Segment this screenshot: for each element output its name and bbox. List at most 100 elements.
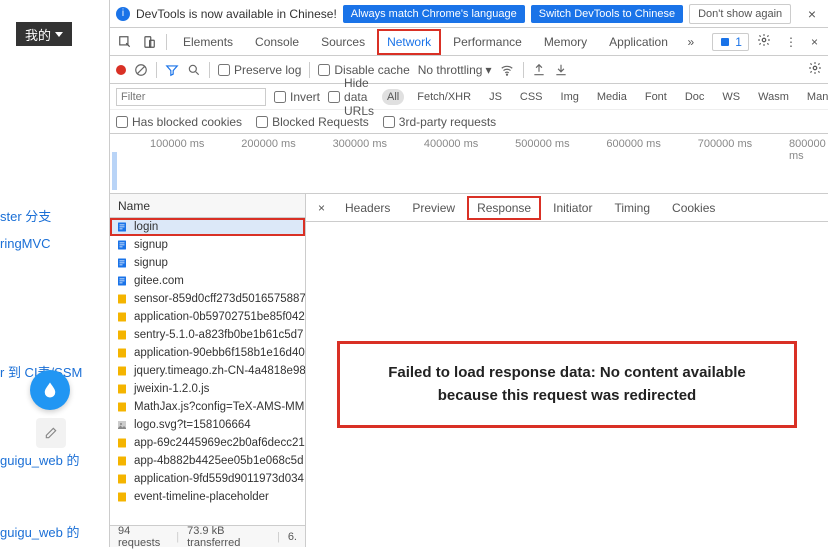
type-filter-fetchxhr[interactable]: Fetch/XHR <box>412 89 476 105</box>
wifi-icon[interactable] <box>499 63 515 77</box>
request-name: app-4b882b4425ee05b1e068c5d <box>134 455 303 467</box>
request-row[interactable]: app-69c2445969ec2b0af6decc21 <box>110 434 305 452</box>
user-dropdown[interactable]: 我的 <box>16 22 72 46</box>
floating-badge[interactable] <box>30 370 70 410</box>
type-filter-wasm[interactable]: Wasm <box>753 89 794 105</box>
request-row[interactable]: application-9fd559d9011973d034 <box>110 470 305 488</box>
request-row[interactable]: gitee.com <box>110 272 305 290</box>
type-filter-doc[interactable]: Doc <box>680 89 710 105</box>
request-row[interactable]: signup <box>110 254 305 272</box>
type-filter-css[interactable]: CSS <box>515 89 548 105</box>
close-icon[interactable]: × <box>802 6 822 22</box>
detail-tab-preview[interactable]: Preview <box>402 196 465 220</box>
side-link[interactable]: ringMVC <box>0 232 51 255</box>
network-settings-icon[interactable] <box>808 61 822 78</box>
disable-cache-checkbox[interactable]: Disable cache <box>318 63 409 77</box>
clear-icon[interactable] <box>134 63 148 77</box>
close-detail-icon[interactable]: × <box>310 201 333 215</box>
detail-tab-headers[interactable]: Headers <box>335 196 400 220</box>
detail-tab-initiator[interactable]: Initiator <box>543 196 602 220</box>
search-icon[interactable] <box>187 63 201 77</box>
tab-elements[interactable]: Elements <box>173 29 243 55</box>
type-filter-font[interactable]: Font <box>640 89 672 105</box>
separator <box>309 62 310 78</box>
request-name: application-9fd559d9011973d034 <box>134 473 304 485</box>
tab-performance[interactable]: Performance <box>443 29 532 55</box>
separator <box>166 34 167 50</box>
tab-memory[interactable]: Memory <box>534 29 597 55</box>
tab-network[interactable]: Network <box>377 29 441 55</box>
request-name: app-69c2445969ec2b0af6decc21 <box>134 437 305 449</box>
download-icon[interactable] <box>554 63 568 77</box>
issues-button[interactable]: 1 <box>712 33 749 51</box>
request-row[interactable]: MathJax.js?config=TeX-AMS-MM <box>110 398 305 416</box>
edit-badge[interactable] <box>36 418 66 448</box>
timeline[interactable]: 100000 ms200000 ms300000 ms400000 ms5000… <box>110 134 828 194</box>
side-link[interactable]: guigu_web 的 <box>0 446 80 473</box>
request-row[interactable]: sentry-5.1.0-a823fb0be1b61c5d7 <box>110 326 305 344</box>
type-filter-ws[interactable]: WS <box>717 89 745 105</box>
record-button[interactable] <box>116 65 126 75</box>
filter-row-2: Has blocked cookies Blocked Requests 3rd… <box>110 110 828 134</box>
throttling-select[interactable]: No throttling ▾ <box>418 63 492 77</box>
detail-tab-response[interactable]: Response <box>467 196 541 220</box>
request-row[interactable]: application-90ebb6f158b1e16d40 <box>110 344 305 362</box>
request-row[interactable]: sensor-859d0cff273d50165758871 <box>110 290 305 308</box>
error-box: Failed to load response data: No content… <box>337 341 797 428</box>
tab-sources[interactable]: Sources <box>311 29 375 55</box>
file-icon <box>116 221 128 233</box>
request-row[interactable]: application-0b59702751be85f042 <box>110 308 305 326</box>
error-message: Failed to load response data: No content… <box>366 362 768 407</box>
issues-icon <box>719 36 731 48</box>
inspect-icon[interactable] <box>114 35 136 49</box>
request-row[interactable]: logo.svg?t=158106664 <box>110 416 305 434</box>
detail-panel: × HeadersPreviewResponseInitiatorTimingC… <box>306 194 828 547</box>
invert-checkbox[interactable]: Invert <box>274 90 320 104</box>
tab-application[interactable]: Application <box>599 29 678 55</box>
request-row[interactable]: signup <box>110 236 305 254</box>
filter-input[interactable] <box>116 88 266 106</box>
tab-console[interactable]: Console <box>245 29 309 55</box>
switch-chinese-button[interactable]: Switch DevTools to Chinese <box>531 5 683 23</box>
settings-icon[interactable] <box>751 33 777 50</box>
request-row[interactable]: event-timeline-placeholder <box>110 488 305 506</box>
type-filter-img[interactable]: Img <box>556 89 584 105</box>
blocked-cookies-checkbox[interactable]: Has blocked cookies <box>116 115 242 129</box>
request-row[interactable]: app-4b882b4425ee05b1e068c5d <box>110 452 305 470</box>
detail-tab-timing[interactable]: Timing <box>604 196 660 220</box>
water-drop-icon <box>41 381 59 399</box>
response-body: Failed to load response data: No content… <box>306 222 828 547</box>
filter-icon[interactable] <box>165 63 179 77</box>
file-icon <box>116 347 128 359</box>
type-filter-media[interactable]: Media <box>592 89 632 105</box>
request-name: application-90ebb6f158b1e16d40 <box>134 347 305 359</box>
preserve-log-checkbox[interactable]: Preserve log <box>218 63 301 77</box>
dont-show-again-button[interactable]: Don't show again <box>689 4 791 24</box>
close-devtools-icon[interactable]: × <box>805 35 824 49</box>
side-link[interactable]: ster 分支 <box>0 202 51 229</box>
request-row[interactable]: login <box>110 218 305 236</box>
request-row[interactable]: jweixin-1.2.0.js <box>110 380 305 398</box>
type-filter-js[interactable]: JS <box>484 89 507 105</box>
file-icon <box>116 419 128 431</box>
request-name: jweixin-1.2.0.js <box>134 383 209 395</box>
match-language-button[interactable]: Always match Chrome's language <box>343 5 525 23</box>
blocked-requests-checkbox[interactable]: Blocked Requests <box>256 115 369 129</box>
upload-icon[interactable] <box>532 63 546 77</box>
status-extra: 6. <box>288 531 297 543</box>
device-toggle-icon[interactable] <box>138 35 160 49</box>
request-name: gitee.com <box>134 275 184 287</box>
type-filter-manifest[interactable]: Manifest <box>802 89 828 105</box>
timeline-label: 300000 ms <box>333 138 387 150</box>
name-column-header[interactable]: Name <box>110 194 305 218</box>
file-icon <box>116 293 128 305</box>
kebab-icon[interactable]: ⋮ <box>779 35 803 49</box>
detail-tab-cookies[interactable]: Cookies <box>662 196 725 220</box>
request-list[interactable]: loginsignupsignupgitee.comsensor-859d0cf… <box>110 218 305 525</box>
timeline-label: 700000 ms <box>698 138 752 150</box>
type-filter-all[interactable]: All <box>382 89 404 105</box>
side-link[interactable]: guigu_web 的 <box>0 518 80 545</box>
request-row[interactable]: jquery.timeago.zh-CN-4a4818e98 <box>110 362 305 380</box>
third-party-checkbox[interactable]: 3rd-party requests <box>383 115 496 129</box>
more-tabs-icon[interactable]: » <box>680 35 702 49</box>
